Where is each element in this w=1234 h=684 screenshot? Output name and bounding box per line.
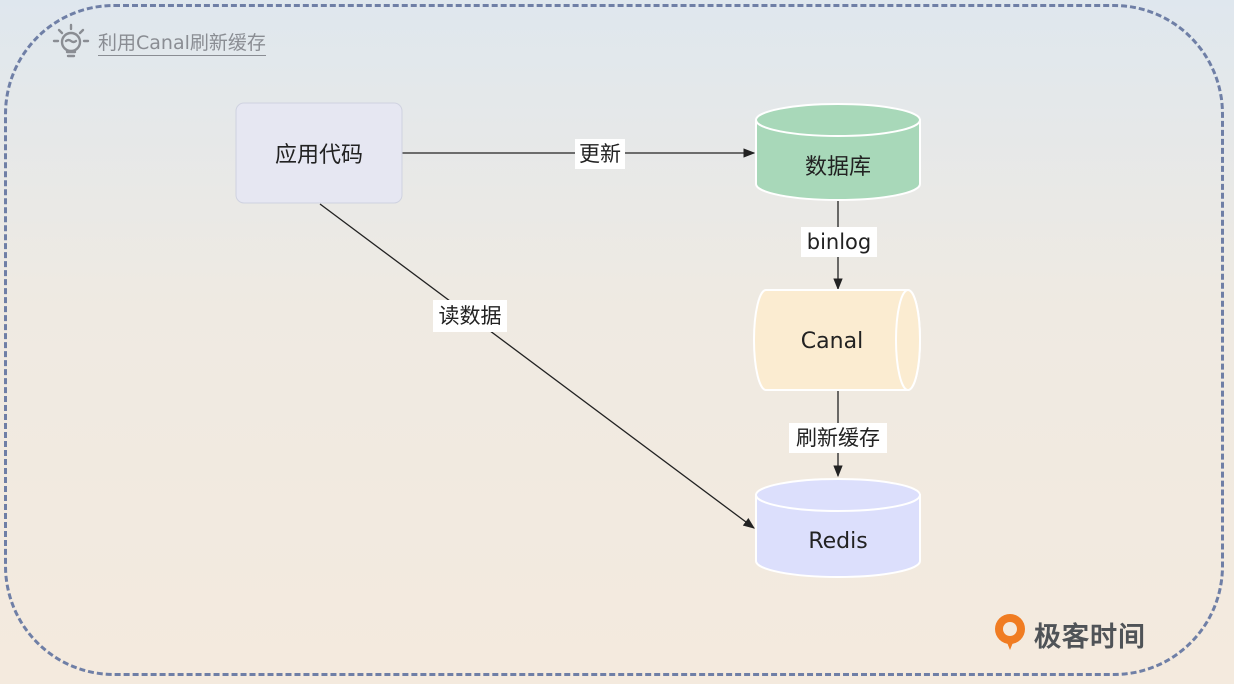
database-cylinder-top	[755, 103, 921, 137]
geektime-logo-icon	[992, 612, 1028, 656]
redis-cylinder-top	[755, 478, 921, 512]
app-code-label: 应用代码	[275, 143, 363, 168]
brand-logo: 极客时间	[992, 612, 1146, 656]
brand-text: 极客时间	[1034, 621, 1146, 653]
node-redis: Redis	[755, 478, 921, 578]
update-label: 更新	[579, 142, 621, 166]
flow-diagram: 应用代码 数据库 Canal Redis 更新 binlog 刷新缓存 读数据	[235, 102, 921, 578]
edge-label-update: 更新	[575, 139, 625, 169]
read-data-label: 读数据	[439, 304, 502, 328]
node-app-code: 应用代码	[235, 102, 403, 204]
database-label: 数据库	[805, 155, 871, 180]
binlog-label: binlog	[807, 230, 872, 254]
edge-label-refresh-cache: 刷新缓存	[789, 423, 887, 453]
edge-label-binlog: binlog	[801, 227, 877, 257]
edge-read-data	[319, 203, 755, 529]
node-canal: Canal	[753, 289, 921, 391]
edge-label-read-data: 读数据	[433, 300, 507, 332]
refresh-cache-label: 刷新缓存	[796, 426, 880, 450]
node-database: 数据库	[755, 103, 921, 201]
redis-label: Redis	[808, 529, 867, 554]
canal-cylinder-end	[895, 289, 921, 391]
canal-label: Canal	[801, 329, 863, 354]
